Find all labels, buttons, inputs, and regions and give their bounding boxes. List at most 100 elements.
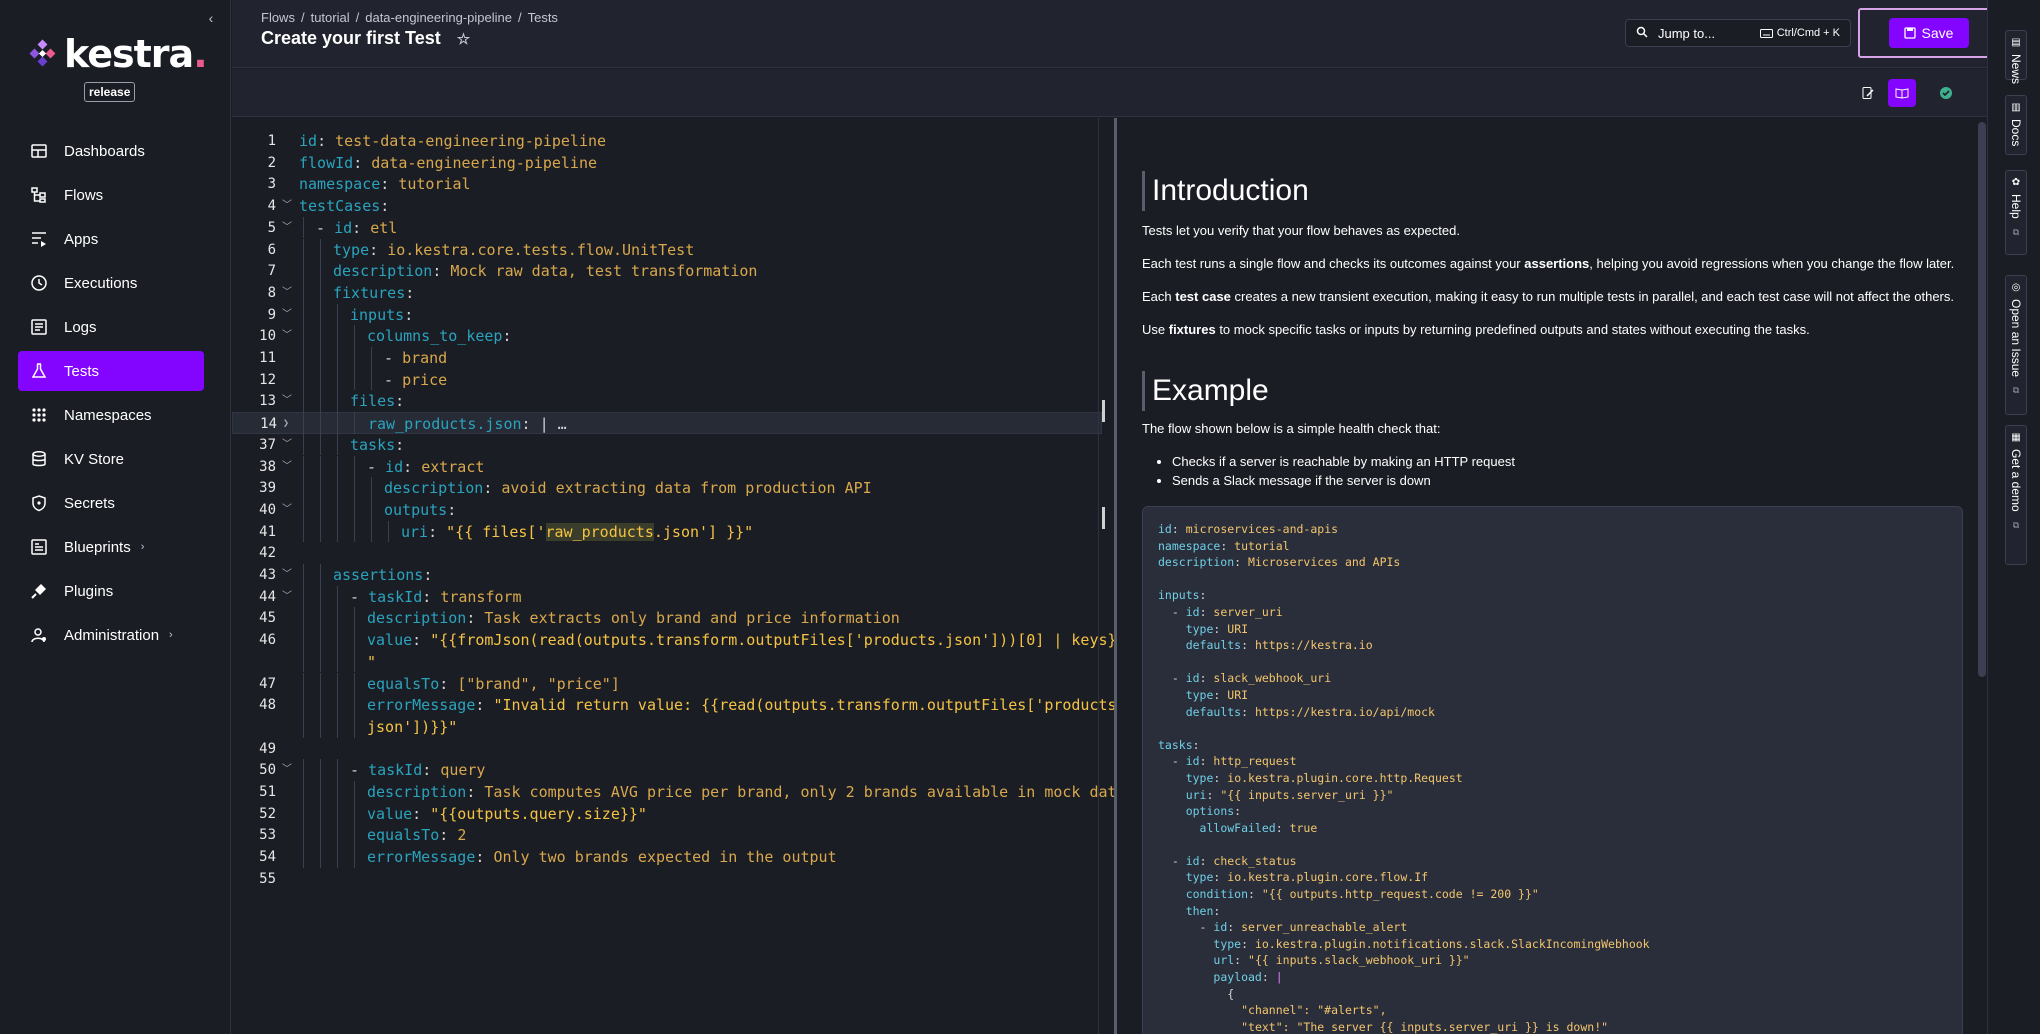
sidebar-item-executions[interactable]: Executions: [18, 263, 204, 303]
code-line[interactable]: 13 ﹀ files:: [232, 390, 1102, 412]
right-tab-get-a-demo[interactable]: ▦ Get a demo ⧉: [2005, 425, 2027, 565]
code-line[interactable]: 11 - brand: [232, 347, 1102, 369]
code-token: server_uri: [1213, 604, 1283, 619]
sidebar-item-flows[interactable]: Flows: [18, 175, 204, 215]
code-line[interactable]: 50 ﹀ - taskId: query: [232, 759, 1102, 781]
code-line[interactable]: 54 errorMessage: Only two brands expected…: [232, 846, 1102, 868]
star-icon[interactable]: ☆: [457, 30, 470, 48]
right-tab-open-an-issue[interactable]: ◎ Open an Issue ⧉: [2005, 275, 2027, 415]
fold-collapse-icon[interactable]: ﹀: [282, 282, 292, 304]
code-line[interactable]: json'])}}": [232, 716, 1102, 738]
breadcrumb-item[interactable]: Flows: [261, 10, 295, 25]
kestra-logo[interactable]: kestra.: [28, 32, 208, 76]
code-line[interactable]: 12 - price: [232, 369, 1102, 391]
fold-collapse-icon[interactable]: ﹀: [282, 434, 292, 456]
code-token: assertions: [333, 566, 424, 584]
sidebar-item-plugins[interactable]: Plugins: [18, 571, 204, 611]
sidebar-item-logs[interactable]: Logs: [18, 307, 204, 347]
fold-collapse-icon[interactable]: ﹀: [282, 325, 292, 347]
blueprints-icon: [30, 538, 48, 556]
fold-collapse-icon[interactable]: ﹀: [282, 586, 292, 608]
indent-guide: [303, 216, 304, 239]
code-line[interactable]: 48 errorMessage: "Invalid return value: {…: [232, 694, 1125, 716]
code-token: :: [1275, 820, 1290, 835]
fold-collapse-icon[interactable]: ﹀: [282, 499, 292, 521]
code-token: "{{outputs.query.size}}": [430, 804, 647, 823]
code-line[interactable]: 6 type: io.kestra.core.tests.flow.UnitTes…: [232, 239, 1102, 261]
fold-collapse-icon[interactable]: ﹀: [282, 217, 292, 239]
right-tab-news[interactable]: ▤ News: [2005, 30, 2027, 84]
code-line[interactable]: 43 ﹀ assertions:: [232, 564, 1102, 586]
example-code-block[interactable]: id: microservices-and-apis namespace: tut…: [1142, 506, 1963, 1034]
sidebar-item-apps[interactable]: Apps: [18, 219, 204, 259]
code-line[interactable]: 39 description: avoid extracting data fro…: [232, 477, 1102, 499]
sidebar-item-dashboards[interactable]: Dashboards: [18, 131, 204, 171]
code-line[interactable]: 40 ﹀ outputs:: [232, 499, 1102, 521]
fold-collapse-icon[interactable]: ﹀: [282, 759, 292, 781]
docs-scrollbar[interactable]: [1978, 122, 1986, 677]
sidebar-item-namespaces[interactable]: Namespaces: [18, 395, 204, 435]
code-line[interactable]: 1 id: test-data-engineering-pipeline: [232, 130, 1102, 152]
code-line[interactable]: 4 ﹀ testCases:: [232, 195, 1102, 217]
code-line[interactable]: 46 value: "{{fromJson(read(outputs.transf…: [232, 629, 1125, 651]
code-line[interactable]: 2 flowId: data-engineering-pipeline: [232, 152, 1102, 174]
code-line[interactable]: 53 equalsTo: 2: [232, 824, 1102, 846]
code-line[interactable]: 45 description: Task extracts only brand …: [232, 607, 1102, 629]
yaml-editor[interactable]: 1 id: test-data-engineering-pipeline 2 flow…: [232, 118, 1126, 1034]
code-token: :: [1248, 887, 1262, 902]
fold-collapse-icon[interactable]: ﹀: [282, 195, 292, 217]
breadcrumb-item[interactable]: data-engineering-pipeline: [365, 10, 512, 25]
code-line[interactable]: 42: [232, 542, 1102, 564]
code-line[interactable]: 8 ﹀ fixtures:: [232, 282, 1102, 304]
code-line[interactable]: 7 description: Mock raw data, test transf…: [232, 260, 1102, 282]
code-line[interactable]: 44 ﹀ - taskId: transform: [232, 586, 1102, 608]
fold-collapse-icon[interactable]: ﹀: [282, 304, 292, 326]
code-token: taskId: [368, 587, 423, 606]
editor-scrollbar[interactable]: [1098, 118, 1110, 1034]
example-code-line: inputs:: [1158, 587, 1947, 604]
book-open-icon: [1895, 88, 1909, 99]
sidebar-item-administration[interactable]: Administration ›: [18, 615, 204, 655]
code-line[interactable]: 14 ❯ raw_products.json: | …: [232, 412, 1102, 435]
code-token: :: [475, 848, 494, 867]
breadcrumb-item[interactable]: Tests: [528, 10, 558, 25]
code-line[interactable]: 9 ﹀ inputs:: [232, 304, 1102, 326]
code-line[interactable]: 52 value: "{{outputs.query.size}}": [232, 803, 1102, 825]
code-line[interactable]: 41 uri: "{{ files['raw_products.json'] }}…: [232, 521, 1102, 543]
code-line[interactable]: 47 equalsTo: ["brand", "price"]: [232, 673, 1102, 695]
code-token: | …: [539, 415, 567, 434]
fold-collapse-icon[interactable]: ﹀: [282, 456, 292, 478]
sidebar-item-secrets[interactable]: Secrets: [18, 483, 204, 523]
example-code-line: type: URI: [1158, 621, 1947, 638]
fold-expand-icon[interactable]: ❯: [283, 413, 289, 435]
sidebar-item-tests[interactable]: Tests: [18, 351, 204, 391]
fold-collapse-icon[interactable]: ﹀: [282, 564, 292, 586]
code-token: -: [1158, 853, 1186, 868]
code-line[interactable]: 37 ﹀ tasks:: [232, 434, 1102, 456]
code-line[interactable]: 5 ﹀ - id: etl: [232, 217, 1102, 239]
right-tab-help[interactable]: ✿ Help ⧉: [2005, 170, 2027, 255]
validation-status[interactable]: [1932, 79, 1960, 107]
sidebar-item-kv-store[interactable]: KV Store: [18, 439, 204, 479]
code-line[interactable]: 49: [232, 738, 1102, 760]
jump-to-search[interactable]: Jump to... Ctrl/Cmd + K: [1625, 19, 1851, 47]
code-line[interactable]: 38 ﹀ - id: extract: [232, 456, 1102, 478]
code-content: namespace: tutorial: [299, 173, 471, 195]
sidebar-item-label: Flows: [64, 186, 104, 204]
calendar-icon: ▦: [2011, 432, 2021, 443]
fold-collapse-icon[interactable]: ﹀: [282, 390, 292, 412]
code-line[interactable]: 3 namespace: tutorial: [232, 173, 1102, 195]
code-line[interactable]: 10 ﹀ columns_to_keep:: [232, 325, 1102, 347]
right-tab-docs[interactable]: ▥ Docs: [2005, 95, 2027, 155]
documentation-toggle[interactable]: [1888, 79, 1916, 107]
indent-guide: [320, 759, 321, 781]
code-line[interactable]: 55: [232, 868, 1102, 890]
code-line[interactable]: 51 description: Task computes AVG price p…: [232, 781, 1125, 803]
indent-guide: [337, 694, 338, 716]
save-button[interactable]: Save: [1888, 18, 1969, 48]
edit-code-toggle[interactable]: [1854, 79, 1882, 107]
breadcrumb-item[interactable]: tutorial: [311, 10, 350, 25]
code-line[interactable]: ": [232, 651, 1102, 673]
sidebar-item-blueprints[interactable]: Blueprints ›: [18, 527, 204, 567]
collapse-sidebar-button[interactable]: ‹: [203, 10, 219, 26]
